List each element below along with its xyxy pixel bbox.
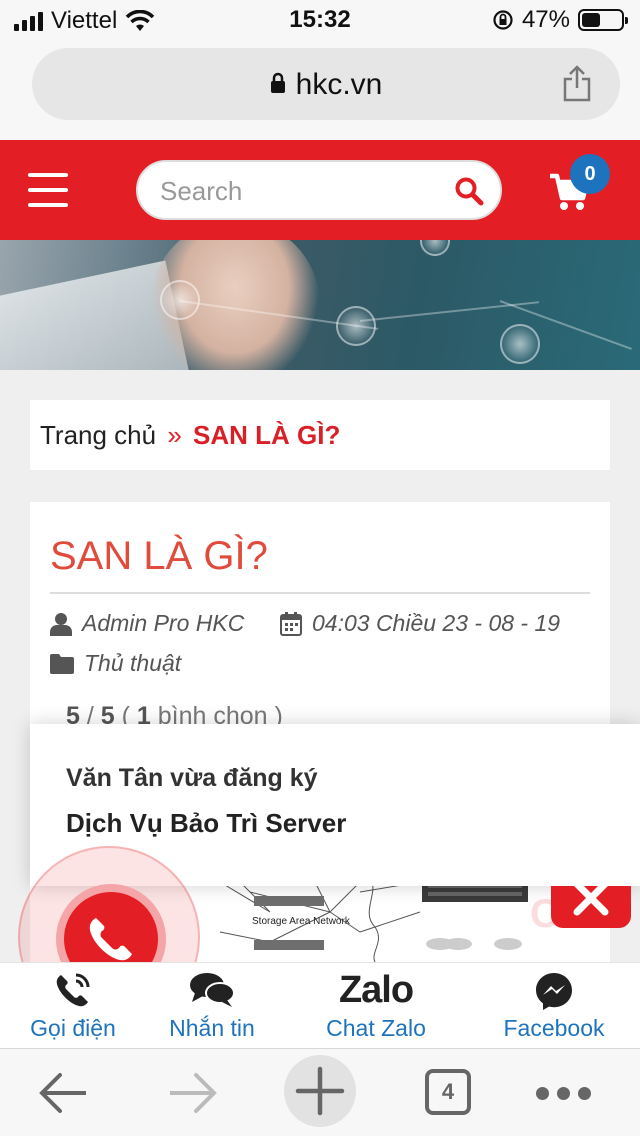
breadcrumb-separator: » [167,420,182,450]
address-bar[interactable]: hkc.vn [32,48,620,120]
search-input[interactable] [160,172,440,210]
share-icon[interactable] [562,64,592,102]
battery-icon [578,9,628,31]
title-divider [50,592,590,594]
hero-banner [0,240,640,370]
messenger-icon [536,973,572,1010]
close-button[interactable] [551,880,631,928]
notification-user: Văn Tân vừa đăng ký [66,764,318,792]
message-contact-button[interactable]: Nhắn tin [160,963,264,1049]
zalo-logo-icon: Zalo [338,969,414,1011]
page-title: SAN LÀ GÌ? [50,534,268,578]
notification-service[interactable]: Dịch Vụ Bảo Trì Server [66,808,346,839]
browser-toolbar: 4 [0,1048,640,1136]
calendar-icon [280,611,302,636]
new-tab-button[interactable] [284,1055,356,1127]
plus-icon [295,1066,345,1116]
article-date: 04:03 Chiều 23 - 08 - 19 [280,610,560,637]
breadcrumb-home-link[interactable]: Trang chủ [40,420,156,450]
user-icon [50,612,72,636]
back-arrow-icon[interactable] [38,1063,90,1123]
status-bar: Viettel 15:32 47% [0,0,640,40]
browser-url-area: hkc.vn [0,40,640,140]
close-icon [573,880,609,916]
tab-switcher-button[interactable]: 4 [425,1069,471,1115]
chat-bubbles-icon [190,973,235,1007]
contact-bar: Gọi điện Nhắn tin Zalo Chat Zalo Faceboo… [0,962,640,1048]
zalo-contact-button[interactable]: Zalo Chat Zalo [318,963,434,1049]
search-icon[interactable] [454,176,484,206]
forward-arrow-icon[interactable] [166,1063,218,1123]
phone-icon [89,918,132,961]
orientation-lock-icon [493,10,513,30]
article-category: Thủ thuật [50,650,181,677]
lock-icon [270,72,285,94]
folder-icon [50,653,74,674]
breadcrumb-current: SAN LÀ GÌ? [193,420,341,450]
search-box [136,160,502,220]
facebook-contact-button[interactable]: Facebook [498,963,610,1049]
url-domain: hkc.vn [295,68,383,101]
phone-ringing-icon [56,973,90,1007]
cart-count-badge: 0 [570,154,610,194]
breadcrumb: Trang chủ » SAN LÀ GÌ? [30,400,610,470]
battery-percent: 47% [521,6,570,33]
article-author: Admin Pro HKC [50,610,244,637]
call-contact-button[interactable]: Gọi điện [20,963,126,1049]
diagram-label: Storage Area Network [252,916,351,927]
menu-icon[interactable] [28,173,68,207]
site-header [0,140,640,240]
more-options-icon[interactable] [536,1087,591,1100]
